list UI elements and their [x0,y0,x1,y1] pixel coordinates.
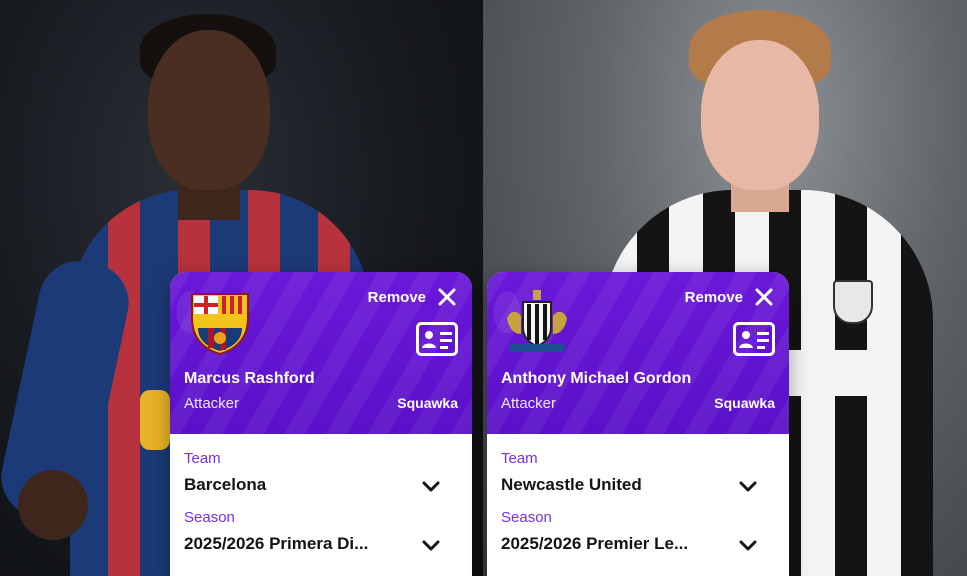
card-header: Remove Marcus Rashford Attacker Squawka [170,272,472,434]
card-body: Team Barcelona Season 2025/2026 Primera … [170,434,472,554]
season-label: Season [501,509,552,526]
player-head [701,40,819,190]
season-select[interactable]: Season 2025/2026 Primera Di... [184,509,458,554]
player-hand [18,470,88,540]
fc-barcelona-crest-icon [191,293,249,356]
newcastle-united-crest-icon [507,290,567,352]
card-header: Remove Anthony Michael Gordon Attacker S… [487,272,789,434]
id-card-icon[interactable] [733,322,775,356]
player-position: Attacker [501,395,557,412]
remove-label: Remove [367,288,426,306]
jersey-crest [833,280,873,324]
team-label: Team [184,450,221,467]
card-body: Team Newcastle United Season 2025/2026 P… [487,434,789,554]
player-card: Remove Marcus Rashford Attacker Squawka … [170,272,472,576]
player-card: Remove Anthony Michael Gordon Attacker S… [487,272,789,576]
season-value: 2025/2026 Premier Le... [501,534,689,553]
player-name: Marcus Rashford [184,370,315,387]
season-label: Season [184,509,235,526]
team-value: Newcastle United [501,475,642,494]
player-name: Anthony Michael Gordon [501,370,692,387]
close-icon[interactable] [436,286,458,308]
source-label: Squawka [397,395,458,411]
player-head [148,30,270,190]
chevron-down-icon[interactable] [422,481,440,493]
chevron-down-icon[interactable] [739,481,757,493]
remove-label: Remove [684,288,743,306]
source-label: Squawka [714,395,775,411]
team-select[interactable]: Team Barcelona [184,450,458,495]
id-card-icon[interactable] [416,322,458,356]
jersey-sponsor [783,350,893,396]
team-label: Team [501,450,538,467]
season-select[interactable]: Season 2025/2026 Premier Le... [501,509,775,554]
close-icon[interactable] [753,286,775,308]
chevron-down-icon[interactable] [422,540,440,552]
team-value: Barcelona [184,475,267,494]
team-select[interactable]: Team Newcastle United [501,450,775,495]
jersey-sponsor [140,390,170,450]
remove-button[interactable]: Remove [685,286,775,308]
season-value: 2025/2026 Primera Di... [184,534,369,553]
player-position: Attacker [184,395,240,412]
comparison-graphic: Remove Marcus Rashford Attacker Squawka … [0,0,967,576]
chevron-down-icon[interactable] [739,540,757,552]
remove-button[interactable]: Remove [368,286,458,308]
